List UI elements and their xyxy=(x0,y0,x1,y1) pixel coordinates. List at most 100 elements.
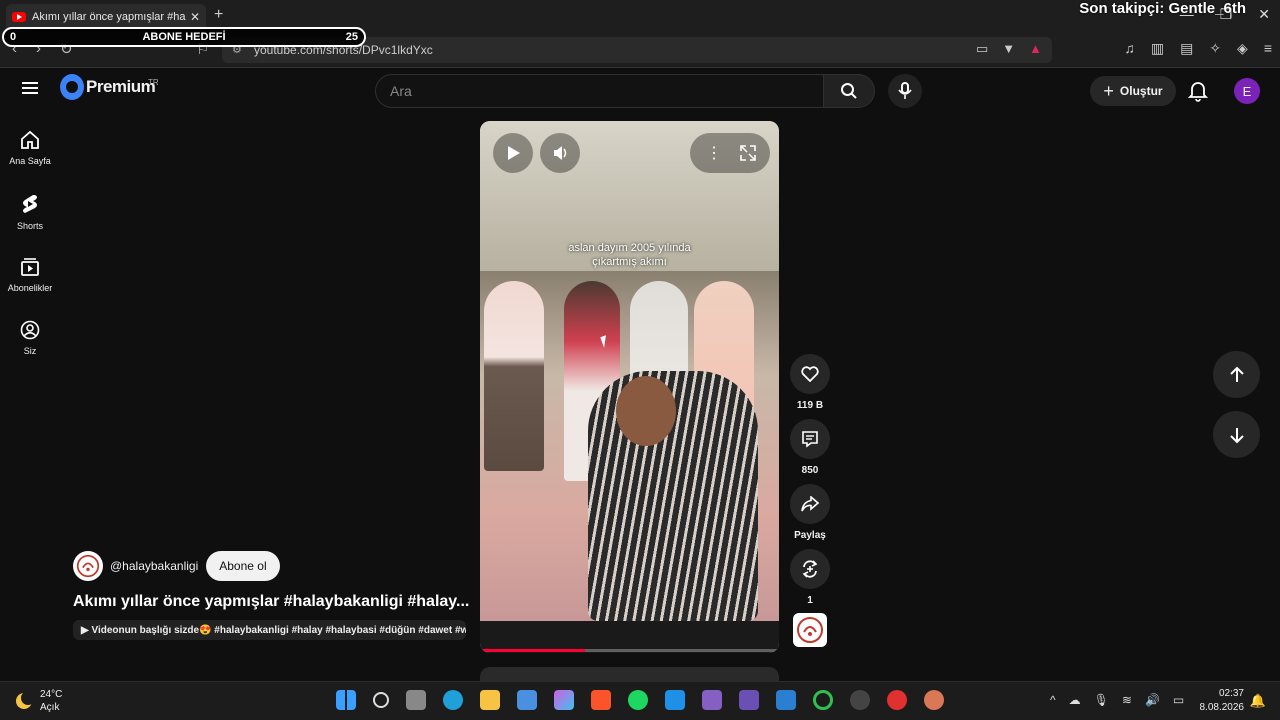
fullscreen-icon[interactable] xyxy=(740,145,756,161)
notifications-button[interactable] xyxy=(1187,80,1209,107)
red-app-icon[interactable] xyxy=(887,690,907,710)
share-button[interactable]: Paylaş xyxy=(790,484,830,541)
previous-short-button[interactable] xyxy=(1213,351,1260,398)
video-description[interactable]: ▶ Videonun başlığı sizde😍 #halaybakanlig… xyxy=(73,620,466,640)
arrow-up-icon xyxy=(1229,366,1244,382)
shorts-video-player[interactable]: aslan dayım 2005 yılında çıkartmış akımı… xyxy=(480,121,779,653)
subscriptions-icon xyxy=(21,258,39,276)
app-a-icon[interactable] xyxy=(776,690,796,710)
channel-handle[interactable]: @halaybakanligi xyxy=(110,559,198,573)
music-icon[interactable]: ♫ xyxy=(1124,40,1135,57)
weather-widget[interactable]: 24°C Açık xyxy=(16,688,62,714)
video-options-pill: ⋮ xyxy=(690,133,770,173)
remix-button[interactable]: 1 xyxy=(790,549,830,606)
channel-thumbnail[interactable] xyxy=(793,613,827,647)
store-icon[interactable] xyxy=(517,690,537,710)
edge-icon[interactable] xyxy=(443,690,463,710)
close-window-icon[interactable]: ✕ xyxy=(1258,6,1270,23)
voice-search-button[interactable] xyxy=(888,74,922,108)
taskbar-clock[interactable]: 02:37 8.08.2026 xyxy=(1200,687,1245,715)
visual-studio-icon[interactable] xyxy=(702,690,722,710)
sidebar-item-home[interactable]: Ana Sayfa xyxy=(0,130,60,166)
search-input[interactable]: Ara xyxy=(375,74,823,108)
remix-count: 1 xyxy=(807,595,813,606)
leo-ai-icon[interactable]: ✧ xyxy=(1209,40,1221,57)
next-short-button[interactable] xyxy=(1213,411,1260,458)
weather-desc: Açık xyxy=(40,702,60,713)
volume-button[interactable] xyxy=(540,133,580,173)
tab-title: Akımı yıllar önce yapmışlar #halay xyxy=(32,11,186,23)
vscode-icon[interactable] xyxy=(665,690,685,710)
search-placeholder: Ara xyxy=(390,83,412,99)
like-count: 119 B xyxy=(796,400,824,411)
temperature: 24°C xyxy=(40,689,63,700)
chevron-up-icon[interactable]: ^ xyxy=(1050,693,1056,707)
share-icon xyxy=(801,496,819,512)
subscribe-button[interactable]: Abone ol xyxy=(206,551,280,581)
comments-button[interactable]: 850 xyxy=(790,419,830,476)
you-icon xyxy=(20,320,40,340)
file-explorer-icon[interactable] xyxy=(480,690,500,710)
caption-line-2: çıkartmış akımı xyxy=(592,256,667,268)
spotify-icon[interactable] xyxy=(628,690,648,710)
m365-icon[interactable] xyxy=(554,690,574,710)
wallet-icon[interactable]: ▤ xyxy=(1180,40,1193,57)
sidebar-item-subscriptions[interactable]: Abonelikler xyxy=(0,257,60,293)
next-short-preview[interactable] xyxy=(480,667,779,681)
task-view-icon[interactable] xyxy=(406,690,426,710)
vs-preview-icon[interactable] xyxy=(739,690,759,710)
battery-icon[interactable]: ▭ xyxy=(1173,693,1184,707)
search-button[interactable] xyxy=(823,74,875,108)
goal-target: 25 xyxy=(345,31,358,43)
play-button[interactable] xyxy=(493,133,533,173)
cloud-icon[interactable]: ☁ xyxy=(1069,693,1081,707)
brave-rewards-icon[interactable]: ▲ xyxy=(1029,41,1042,57)
home-icon xyxy=(21,130,39,149)
claude-icon[interactable] xyxy=(924,690,944,710)
bell-icon xyxy=(1187,82,1209,102)
account-avatar[interactable]: E xyxy=(1234,78,1260,104)
extension-icons: ♫ ▥ ▤ ✧ ◈ ≡ xyxy=(1124,40,1272,57)
microphone-icon xyxy=(898,82,912,99)
system-tray: ^ ☁ 🎙 ≋ 🔊 ▭ xyxy=(1050,693,1184,707)
like-button[interactable]: 119 B xyxy=(790,354,830,411)
youtube-header: Premium TR Ara + Oluştur E xyxy=(0,68,1280,114)
new-tab-icon[interactable]: + xyxy=(214,6,223,24)
wifi-icon[interactable]: ≋ xyxy=(1122,693,1132,707)
channel-row: @halaybakanligi Abone ol xyxy=(73,551,280,581)
menu-icon[interactable]: ≡ xyxy=(1264,40,1272,57)
goal-current: 0 xyxy=(10,31,17,43)
search-icon[interactable] xyxy=(373,692,389,708)
more-options-icon[interactable]: ⋮ xyxy=(706,143,722,163)
speaker-icon[interactable]: 🔊 xyxy=(1145,693,1160,707)
brave-icon[interactable] xyxy=(591,690,611,710)
shorts-icon xyxy=(23,195,37,213)
microphone-icon[interactable]: 🎙 xyxy=(1094,693,1109,707)
notification-center-icon[interactable]: 🔔 xyxy=(1250,693,1266,709)
create-button[interactable]: + Oluştur xyxy=(1090,76,1176,106)
brave-shield-icon[interactable]: ▼ xyxy=(1002,41,1015,57)
sidebar-item-shorts[interactable]: Shorts xyxy=(0,193,60,231)
sidebar-item-you[interactable]: Siz xyxy=(0,320,60,356)
cast-icon[interactable]: ▭ xyxy=(976,41,988,57)
close-tab-icon[interactable]: ✕ xyxy=(190,10,200,24)
video-progress-bar[interactable] xyxy=(480,649,779,652)
taskbar-apps xyxy=(336,690,944,710)
ring-app-icon[interactable] xyxy=(813,690,833,710)
hamburger-menu-icon[interactable] xyxy=(22,82,38,94)
arrow-down-icon xyxy=(1229,427,1244,443)
channel-avatar[interactable] xyxy=(73,551,103,581)
video-frame-scene xyxy=(480,271,779,621)
vpn-icon[interactable]: ◈ xyxy=(1237,40,1248,57)
youtube-premium-logo[interactable]: Premium xyxy=(60,74,156,100)
play-icon xyxy=(508,146,520,160)
sidebar-item-label: Ana Sayfa xyxy=(9,156,51,166)
sidebar-icon[interactable]: ▥ xyxy=(1151,40,1164,57)
plus-icon: + xyxy=(1103,80,1114,101)
comment-icon xyxy=(802,431,818,448)
moon-icon xyxy=(16,691,35,709)
obs-icon[interactable] xyxy=(850,690,870,710)
video-title[interactable]: Akımı yıllar önce yapmışlar #halaybakanl… xyxy=(73,593,469,611)
start-icon[interactable] xyxy=(336,690,356,710)
share-label: Paylaş xyxy=(794,530,826,541)
